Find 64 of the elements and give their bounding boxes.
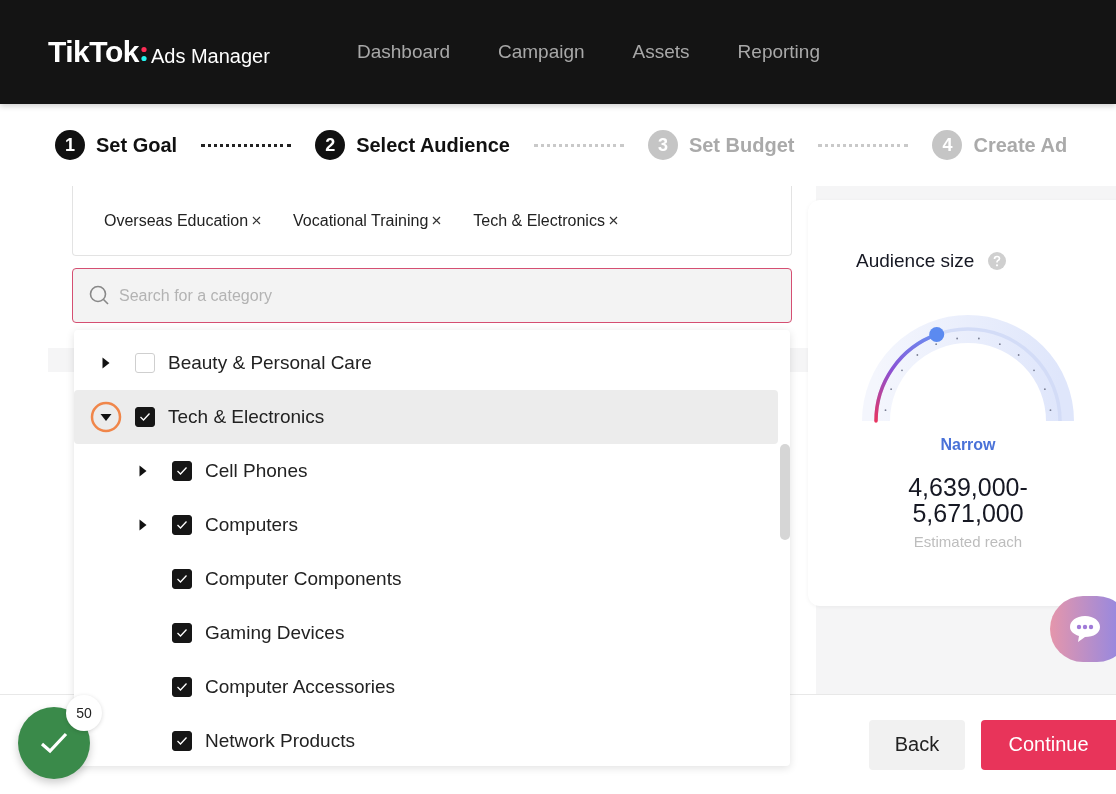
- category-label: Gaming Devices: [205, 622, 345, 644]
- nav-link[interactable]: Campaign: [497, 41, 585, 63]
- audience-title: Audience size: [856, 250, 975, 272]
- category-label: Computer Components: [205, 568, 402, 590]
- caret-icon[interactable]: [90, 401, 122, 433]
- check-icon: [39, 731, 69, 755]
- check-icon: [176, 736, 188, 746]
- check-icon: [176, 628, 188, 638]
- checkbox[interactable]: [172, 731, 192, 751]
- nav-link[interactable]: Dashboard: [357, 41, 450, 63]
- category-label: Beauty & Personal Care: [168, 352, 372, 374]
- remove-icon[interactable]: [432, 216, 442, 225]
- check-icon: [176, 466, 188, 476]
- logo-wordmark: TikTok: [48, 37, 139, 67]
- search-icon: [88, 284, 110, 306]
- check-icon: [176, 574, 188, 584]
- category-row[interactable]: Cell Phones: [111, 444, 778, 498]
- category-label: Computer Accessories: [205, 676, 396, 698]
- category-row[interactable]: Computer Accessories: [111, 660, 778, 714]
- check-icon: [139, 412, 151, 422]
- nav-link[interactable]: Reporting: [737, 41, 820, 63]
- category-label: Network Products: [205, 730, 355, 752]
- tag-label: Tech & Electronics: [473, 211, 605, 230]
- action-button[interactable]: Continue: [981, 719, 1116, 770]
- category-row[interactable]: Beauty & Personal Care: [74, 336, 778, 390]
- chat-icon: [1068, 614, 1102, 644]
- remove-icon[interactable]: [608, 216, 618, 225]
- reach-range: 4,639,000- 5,671,000: [908, 474, 1028, 527]
- check-icon: [176, 682, 188, 692]
- category-label: Tech & Electronics: [168, 406, 325, 428]
- remove-icon[interactable]: [252, 216, 262, 225]
- category-label: Computers: [205, 514, 298, 536]
- category-row[interactable]: Computers: [111, 498, 778, 552]
- category-row[interactable]: Computer Components: [111, 552, 778, 606]
- tag-label: Vocational Training: [293, 211, 429, 230]
- step-label: Create Ad: [973, 133, 1068, 157]
- checkbox[interactable]: [172, 623, 192, 643]
- dots-icon: [140, 46, 147, 62]
- checkbox[interactable]: [172, 569, 192, 589]
- checkbox[interactable]: [172, 461, 192, 481]
- tag-label: Overseas Education: [104, 211, 249, 230]
- search-field[interactable]: Search for a category: [72, 268, 792, 323]
- category-row[interactable]: Network Products: [111, 714, 778, 768]
- reach-label: Estimated reach: [913, 532, 1023, 550]
- step-label: Set Goal: [96, 133, 178, 157]
- product-name: Ads Manager: [150, 46, 270, 66]
- step-label: Select Audience: [356, 133, 510, 157]
- nav-link[interactable]: Assets: [632, 41, 690, 63]
- category-row[interactable]: Gaming Devices: [111, 606, 778, 660]
- checkbox[interactable]: [172, 677, 192, 697]
- audience-rating: Narrow: [940, 436, 996, 454]
- step-number: 1: [55, 130, 85, 160]
- category-row[interactable]: Tech & Electronics: [74, 390, 778, 444]
- scrollbar[interactable]: [780, 444, 790, 540]
- category-label: Cell Phones: [205, 460, 308, 482]
- step-number: 2: [315, 130, 346, 160]
- progress-badge[interactable]: [18, 707, 90, 779]
- check-icon: [176, 520, 188, 530]
- checkbox[interactable]: [172, 515, 192, 535]
- action-button[interactable]: Back: [869, 719, 965, 770]
- step-number: 4: [932, 130, 963, 160]
- checkbox[interactable]: [135, 407, 155, 427]
- step-label: Set Budget: [688, 133, 795, 157]
- step-number: 3: [647, 130, 678, 160]
